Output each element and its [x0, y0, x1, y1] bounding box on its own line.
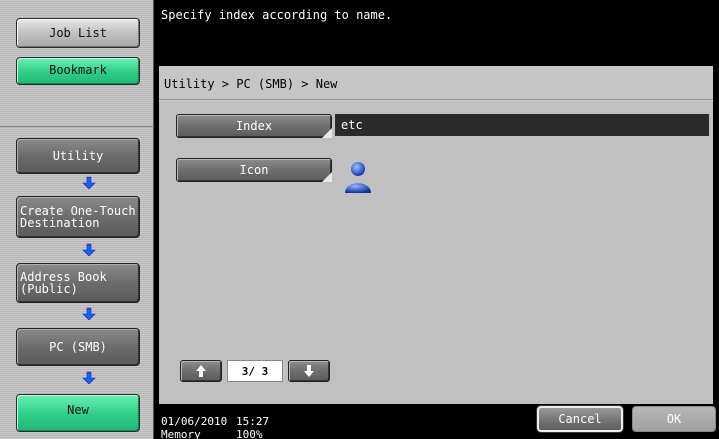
flow-down-arrow-icon	[82, 176, 96, 190]
instruction-message: Specify index according to name.	[155, 0, 719, 58]
page-down-button[interactable]	[288, 360, 330, 382]
sidebar-divider	[0, 126, 154, 127]
ok-button[interactable]: OK	[632, 406, 716, 432]
arrow-down-icon	[304, 365, 314, 377]
cancel-button[interactable]: Cancel	[537, 406, 623, 432]
flow-down-arrow-icon	[82, 371, 96, 385]
flow-down-arrow-icon	[82, 307, 96, 321]
panel-body	[159, 101, 713, 404]
person-icon	[345, 162, 371, 193]
index-value: etc	[335, 114, 709, 136]
status-memory-label: Memory	[161, 428, 201, 439]
breadcrumb: Utility > PC (SMB) > New	[159, 66, 713, 100]
status-date: 01/06/2010	[161, 415, 228, 428]
job-list-button[interactable]: Job List	[16, 18, 140, 48]
flow-step-pc-smb[interactable]: PC (SMB)	[16, 328, 140, 366]
flow-down-arrow-icon	[82, 243, 96, 257]
icon-button[interactable]: Icon	[176, 158, 332, 182]
arrow-up-icon	[196, 365, 206, 377]
icon-button-label: Icon	[239, 163, 269, 177]
bookmark-button[interactable]: Bookmark	[16, 57, 140, 85]
page-indicator: 3/ 3	[227, 360, 283, 382]
flow-step-create-one-touch[interactable]: Create One-Touch Destination	[16, 196, 140, 238]
flow-step-utility[interactable]: Utility	[16, 138, 140, 174]
page-up-button[interactable]	[180, 360, 222, 382]
status-memory-value: 100%	[236, 428, 263, 439]
flow-step-new[interactable]: New	[16, 394, 140, 432]
flow-step-address-book[interactable]: Address Book (Public)	[16, 263, 140, 303]
status-time: 15:27	[236, 415, 270, 428]
index-button-label: Index	[235, 119, 273, 133]
index-button[interactable]: Index	[176, 114, 332, 138]
